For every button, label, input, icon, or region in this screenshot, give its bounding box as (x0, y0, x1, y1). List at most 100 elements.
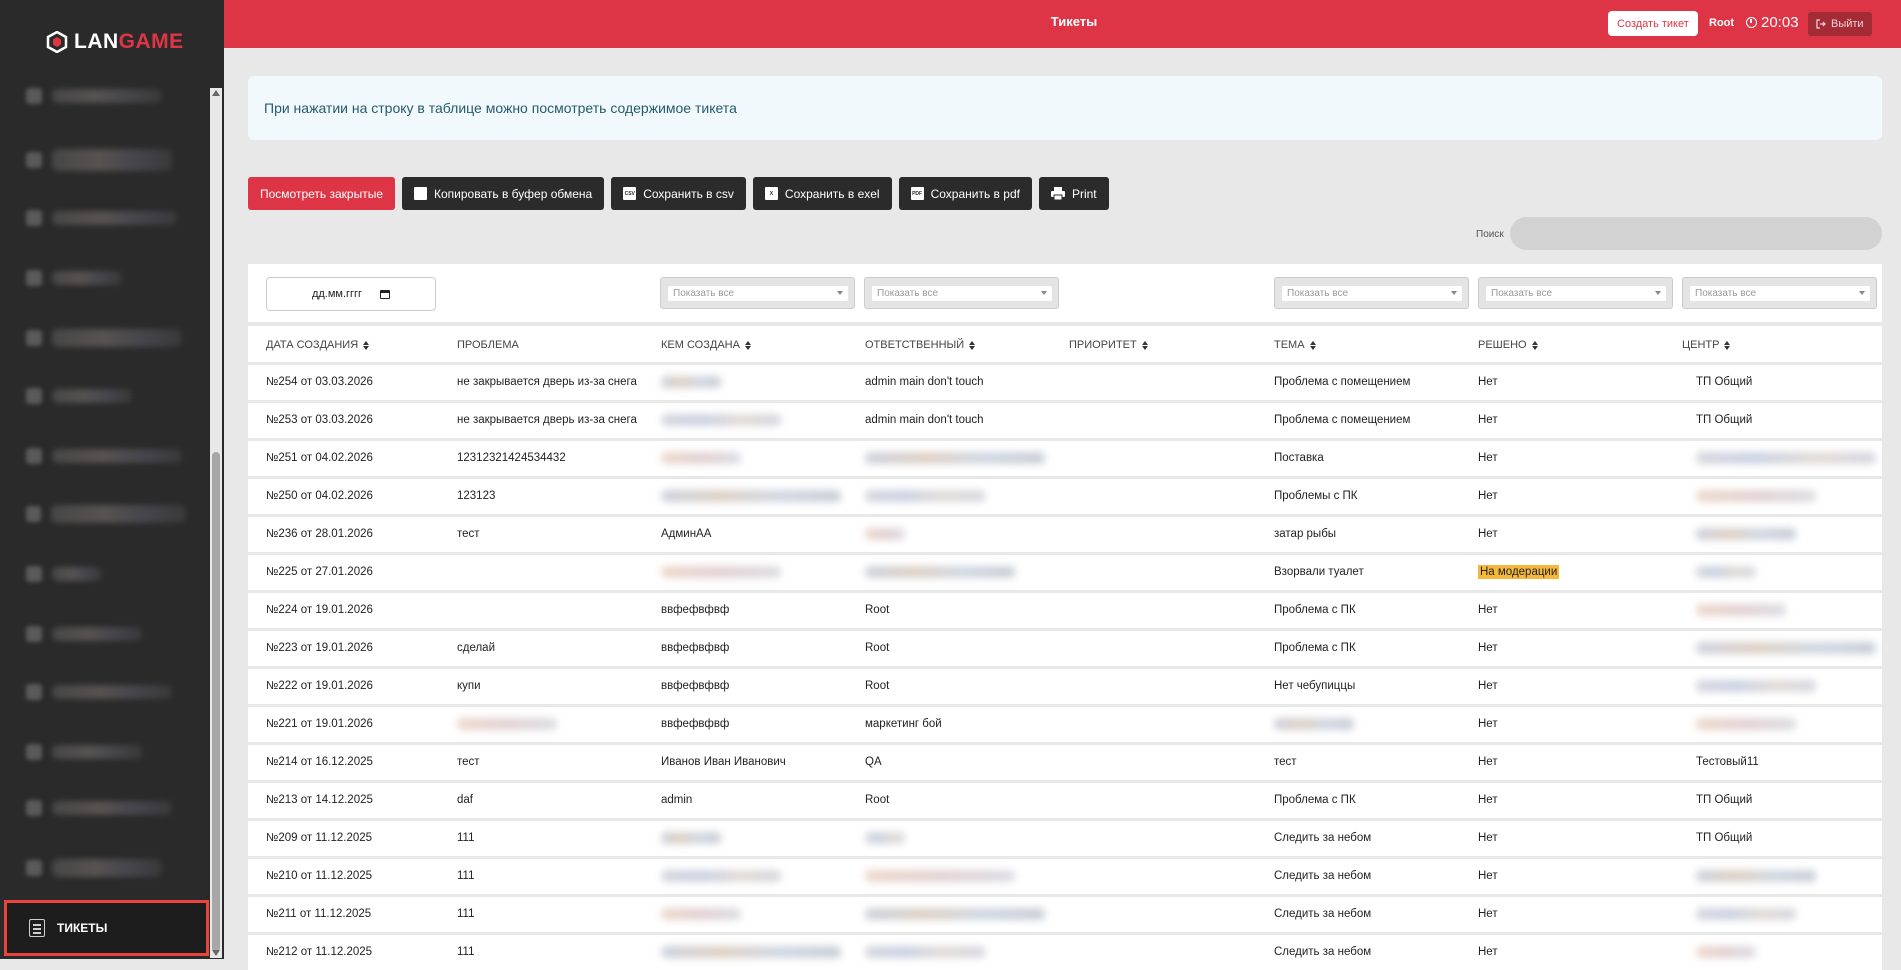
cell-center (1696, 452, 1876, 467)
save-excel-button[interactable]: X Сохранить в exel (752, 177, 892, 210)
cell-responsible: Root (865, 794, 890, 806)
table-row[interactable]: №210 от 11.12.2025 111 Следить за небом Нет (248, 859, 1882, 894)
cell-problem: не закрывается дверь из-за снега (457, 376, 637, 388)
topic-filter-select[interactable]: Показать все (1274, 277, 1469, 309)
date-filter-input[interactable]: дд.мм.гггг (266, 277, 436, 311)
cell-responsible (865, 908, 1045, 923)
cell-date: №222 от 19.01.2026 (266, 680, 373, 692)
sidebar-item[interactable] (26, 856, 186, 880)
sidebar-item-tickets[interactable]: ТИКЕТЫ (4, 900, 209, 956)
cell-creator: admin (661, 794, 693, 806)
cell-responsible (865, 870, 1015, 885)
column-header-priority[interactable]: ПРИОРИТЕТ (1069, 339, 1148, 351)
sidebar-item[interactable] (26, 148, 186, 172)
table-row[interactable]: №222 от 19.01.2026 купи ввфефвфвф Root Нет ч… (248, 669, 1882, 704)
sidebar-item[interactable] (26, 206, 186, 230)
cell-topic: Нет чебупиццы (1274, 680, 1356, 692)
cell-date: №221 от 19.01.2026 (266, 718, 373, 730)
cell-responsible: Root (865, 642, 890, 654)
cell-date: №254 от 03.03.2026 (266, 376, 373, 388)
filter-row: дд.мм.гггг Показать все Показать все Пок… (248, 264, 1882, 322)
sidebar-item[interactable] (26, 796, 186, 820)
excel-label: Сохранить в exel (784, 186, 880, 201)
copy-button[interactable]: Копировать в буфер обмена (402, 177, 605, 210)
sidebar-item[interactable] (26, 384, 186, 408)
solved-filter-select[interactable]: Показать все (1478, 277, 1673, 309)
cell-topic: Проблема с ПК (1274, 794, 1356, 806)
cell-solved: Нет (1478, 794, 1498, 806)
search-input[interactable] (1510, 217, 1882, 250)
cell-responsible (865, 832, 905, 847)
cell-responsible: admin main don't touch (865, 376, 984, 388)
sidebar-scrollbar[interactable] (210, 88, 222, 958)
cell-solved: Нет (1478, 604, 1498, 616)
table-row[interactable]: №213 от 14.12.2025 daf admin Root Проблема с… (248, 783, 1882, 818)
cell-creator (661, 490, 841, 505)
scroll-thumb[interactable] (212, 452, 220, 952)
table-header: ДАТА СОЗДАНИЯ ПРОБЛЕМА КЕМ СОЗДАНА ОТВЕТ… (248, 326, 1882, 362)
logout-icon (1816, 19, 1826, 29)
column-header-topic[interactable]: ТЕМА (1274, 339, 1316, 351)
scroll-up-arrow-icon[interactable] (212, 90, 220, 96)
cell-date: №211 от 11.12.2025 (266, 908, 372, 920)
cell-problem: 111 (457, 946, 475, 958)
table-row[interactable]: №212 от 11.12.2025 111 Следить за небом Нет (248, 935, 1882, 970)
sidebar-item[interactable] (26, 266, 186, 290)
save-pdf-button[interactable]: PDF Сохранить в pdf (898, 177, 1032, 210)
create-ticket-button[interactable]: Создать тикет (1608, 11, 1698, 36)
cell-date: №236 от 28.01.2026 (266, 528, 373, 540)
redacted-value (1696, 870, 1816, 882)
select-value: Показать все (872, 286, 1052, 301)
table-row[interactable]: №250 от 04.02.2026 123123 Проблемы с ПК Нет (248, 479, 1882, 514)
show-closed-button[interactable]: Посмотреть закрытые (248, 177, 396, 210)
column-header-center[interactable]: ЦЕНТР (1682, 339, 1731, 351)
cell-creator: ввфефвфвф (661, 604, 730, 616)
cell-date: №214 от 16.12.2025 (266, 756, 373, 768)
sort-icon (1141, 340, 1148, 350)
sidebar-item[interactable] (26, 502, 186, 526)
logout-button[interactable]: Выйти (1808, 12, 1872, 36)
cell-date: №251 от 04.02.2026 (266, 452, 373, 464)
print-button[interactable]: Print (1038, 177, 1109, 210)
responsible-filter-select[interactable]: Показать все (864, 277, 1059, 309)
redacted-value (1696, 680, 1816, 692)
table-row[interactable]: №214 от 16.12.2025 тест Иванов Иван Иванов… (248, 745, 1882, 780)
table-row[interactable]: №251 от 04.02.2026 12312321424534432 Поста… (248, 441, 1882, 476)
column-header-solved[interactable]: РЕШЕНО (1478, 339, 1538, 351)
column-header-responsible[interactable]: ОТВЕТСТВЕННЫЙ (865, 339, 976, 351)
sidebar-item[interactable] (26, 680, 186, 704)
table-row[interactable]: №236 от 28.01.2026 тест АдминАА затар рыбы Н… (248, 517, 1882, 552)
table-row[interactable]: №223 от 19.01.2026 сделай ввфефвфвф Root Про… (248, 631, 1882, 666)
table-row[interactable]: №225 от 27.01.2026 Взорвали туалет На моде… (248, 555, 1882, 590)
table-row[interactable]: №224 от 19.01.2026 ввфефвфвф Root Проблема … (248, 593, 1882, 628)
redacted-value (661, 946, 841, 958)
calendar-icon[interactable] (380, 289, 391, 299)
table-row[interactable]: №254 от 03.03.2026 не закрывается дверь и… (248, 365, 1882, 400)
sidebar-item[interactable] (26, 622, 186, 646)
table-row[interactable]: №209 от 11.12.2025 111 Следить за небом Нет… (248, 821, 1882, 856)
show-closed-label: Посмотреть закрытые (260, 186, 384, 201)
cell-date: №225 от 27.01.2026 (266, 566, 373, 578)
table-row[interactable]: №221 от 19.01.2026 ввфефвфвф маркетинг бой… (248, 707, 1882, 742)
column-header-date[interactable]: ДАТА СОЗДАНИЯ (266, 339, 370, 351)
table-row[interactable]: №211 от 11.12.2025 111 Следить за небом Нет (248, 897, 1882, 932)
sidebar-item[interactable] (26, 740, 186, 764)
cell-responsible (865, 452, 1045, 467)
scroll-down-arrow-icon[interactable] (212, 950, 220, 956)
center-filter-select[interactable]: Показать все (1682, 277, 1877, 309)
table-row[interactable]: №253 от 03.03.2026 не закрывается дверь и… (248, 403, 1882, 438)
cell-problem: 123123 (457, 490, 496, 502)
logo-text: LANGAME (74, 30, 184, 53)
column-header-problem[interactable]: ПРОБЛЕМА (457, 339, 519, 351)
sidebar-item[interactable] (26, 562, 186, 586)
creator-filter-select[interactable]: Показать все (660, 277, 855, 309)
column-header-creator[interactable]: КЕМ СОЗДАНА (661, 339, 751, 351)
sidebar-item[interactable] (26, 84, 186, 108)
sidebar-item[interactable] (26, 444, 186, 468)
logo[interactable]: LANGAME (46, 30, 184, 54)
cell-responsible: Root (865, 604, 890, 616)
sort-icon (1724, 340, 1731, 350)
save-csv-button[interactable]: CSV Сохранить в csv (611, 177, 746, 210)
redacted-value (865, 490, 985, 502)
sidebar-item[interactable] (26, 326, 186, 350)
